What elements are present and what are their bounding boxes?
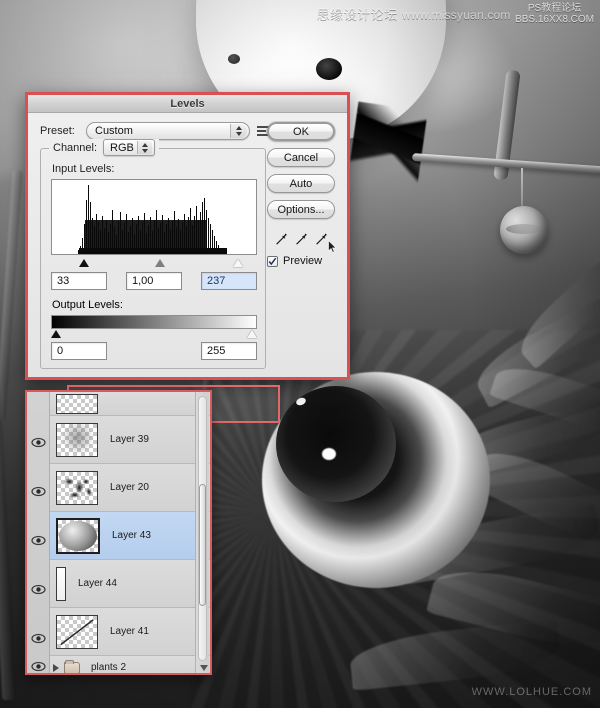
chevron-updown-icon — [230, 124, 247, 138]
options-button[interactable]: Options... — [267, 200, 335, 219]
layer-visibility-toggle[interactable] — [31, 583, 46, 596]
channel-value: RGB — [110, 141, 134, 154]
input-black-point-field[interactable]: 33 — [51, 272, 107, 290]
table-row[interactable] — [50, 392, 210, 416]
preset-select[interactable]: Custom — [86, 122, 250, 140]
layer-thumbnail[interactable] — [56, 566, 66, 601]
layer-name: Layer 43 — [112, 530, 151, 541]
layer-visibility-column — [27, 392, 50, 673]
input-levels-label: Input Levels: — [52, 163, 115, 175]
layer-thumbnail-art — [60, 618, 94, 645]
layer-group-name: plants 2 — [91, 662, 127, 673]
layer-name: Layer 20 — [110, 482, 149, 493]
output-white-handle[interactable] — [247, 330, 257, 338]
levels-dialog-title: Levels — [170, 97, 205, 110]
watermark-top: 思缘设计论坛 www.missyuan.com PS教程论坛 BBS.16XX8… — [316, 3, 594, 25]
layers-panel-inner: Layer 39 Layer 20 Layer 43 Layer 44 Laye… — [27, 392, 210, 673]
watermark-forum-url: www.missyuan.com — [402, 7, 511, 22]
table-row[interactable]: Layer 41 — [50, 608, 210, 656]
input-midtone-field[interactable]: 1,00 — [126, 272, 182, 290]
layer-name: Layer 44 — [78, 578, 117, 589]
layers-scrollbar[interactable] — [195, 392, 209, 673]
table-row[interactable]: Layer 20 — [50, 464, 210, 512]
channel-fieldset: Channel: RGB Input Levels: 33 1,00 237 O… — [40, 139, 266, 369]
checkmark-icon — [268, 257, 277, 265]
output-levels-slider[interactable] — [51, 329, 257, 340]
layer-thumbnail[interactable] — [56, 517, 100, 554]
eyedropper-gray-point-icon[interactable] — [295, 232, 308, 247]
levels-histogram — [51, 179, 257, 255]
watermark-secondary: PS教程论坛 BBS.16XX8.COM — [515, 3, 594, 25]
input-white-point-field[interactable]: 237 — [201, 272, 257, 290]
layer-visibility-toggle[interactable] — [31, 534, 46, 547]
watermark-secondary-line2: BBS.16XX8.COM — [515, 13, 594, 25]
layer-visibility-toggle[interactable] — [31, 660, 46, 673]
output-black-handle[interactable] — [51, 330, 61, 338]
screenshot-root: 思缘设计论坛 www.missyuan.com PS教程论坛 BBS.16XX8… — [0, 0, 600, 708]
eyedropper-white-point-icon[interactable] — [315, 232, 328, 247]
input-levels-slider[interactable] — [51, 257, 257, 269]
eyedropper-black-point-icon[interactable] — [275, 232, 288, 247]
output-levels-fields: 0 255 — [51, 342, 257, 360]
preview-row[interactable]: Preview — [267, 255, 322, 267]
layer-thumbnail[interactable] — [56, 422, 98, 457]
preview-checkbox[interactable] — [267, 255, 278, 267]
chevron-right-icon[interactable] — [53, 663, 59, 672]
input-black-point-handle[interactable] — [79, 259, 89, 267]
layer-thumbnail[interactable] — [56, 614, 98, 649]
auto-button[interactable]: Auto — [267, 174, 335, 193]
layers-list: Layer 39 Layer 20 Layer 43 Layer 44 Laye… — [50, 392, 210, 673]
scrollbar-down-arrow-icon[interactable] — [200, 665, 208, 671]
channel-row: Channel: RGB — [49, 139, 160, 156]
watermark-forum-name-cn: 思缘设计论坛 — [316, 6, 398, 22]
preset-label: Preset: — [40, 125, 75, 137]
output-black-field[interactable]: 0 — [51, 342, 107, 360]
watermark-secondary-line1: PS教程论坛 — [527, 3, 582, 14]
input-midtone-handle[interactable] — [155, 259, 165, 267]
table-row[interactable]: plants 2 — [50, 656, 210, 673]
channel-label: Channel: — [53, 141, 98, 154]
levels-dialog-body: Preset: Custom Channel: RGB Input Levels… — [28, 113, 347, 423]
input-white-point-handle[interactable] — [233, 259, 243, 267]
layers-panel: Layer 39 Layer 20 Layer 43 Layer 44 Laye… — [25, 390, 212, 675]
cancel-button[interactable]: Cancel — [267, 148, 335, 167]
preview-label: Preview — [283, 255, 323, 267]
channel-select[interactable]: RGB — [103, 139, 156, 156]
levels-dialog-titlebar[interactable]: Levels — [28, 95, 347, 113]
table-row[interactable]: Layer 44 — [50, 560, 210, 608]
eyedropper-group — [275, 232, 328, 247]
mouse-cursor-icon — [328, 240, 337, 253]
layer-name: Layer 39 — [110, 434, 149, 445]
layer-visibility-toggle[interactable] — [31, 485, 46, 498]
input-levels-fields: 33 1,00 237 — [51, 272, 257, 290]
layer-name: Layer 41 — [110, 626, 149, 637]
layer-thumbnail[interactable] — [56, 393, 98, 414]
chevron-updown-icon — [137, 141, 153, 154]
folder-icon — [64, 659, 80, 673]
scrollbar-thumb[interactable] — [199, 484, 206, 606]
output-levels-gradient — [51, 315, 257, 329]
layer-visibility-toggle[interactable] — [31, 436, 46, 449]
levels-dialog: Levels Preset: Custom Channel: RGB Input… — [25, 92, 350, 423]
watermark-bottom: WWW.LOLHUE.COM — [471, 686, 592, 698]
table-row[interactable]: Layer 43 — [50, 512, 210, 560]
ok-button[interactable]: OK — [267, 122, 335, 141]
layer-thumbnail[interactable] — [56, 470, 98, 505]
preset-value: Custom — [95, 125, 133, 137]
output-white-field[interactable]: 255 — [201, 342, 257, 360]
layer-visibility-toggle[interactable] — [31, 632, 46, 645]
dialog-button-column: OK Cancel Auto Options... Preview — [265, 122, 337, 267]
table-row[interactable]: Layer 39 — [50, 416, 210, 464]
histogram-plot — [78, 185, 227, 254]
output-levels-label: Output Levels: — [52, 299, 123, 311]
